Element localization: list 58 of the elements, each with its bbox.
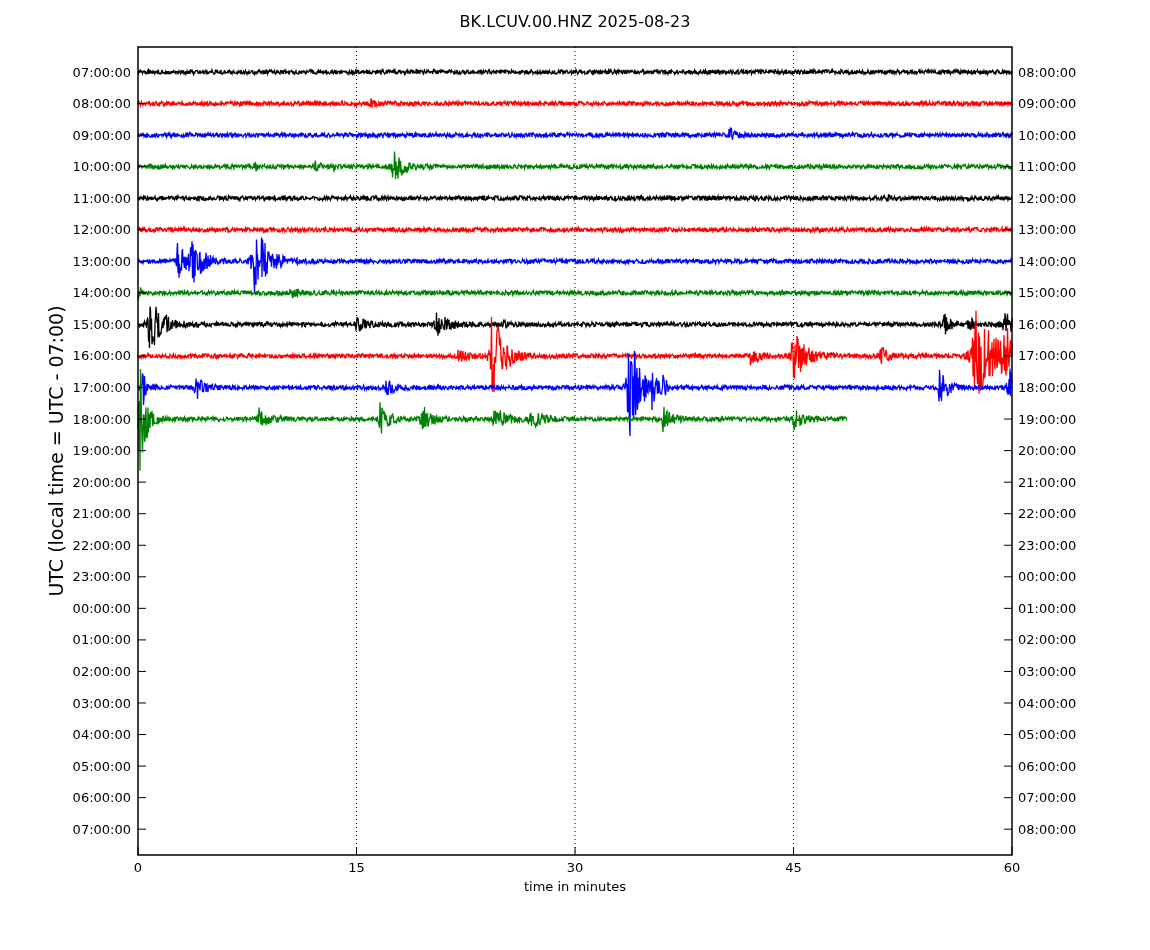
time-label: 22:00:00 <box>1018 506 1077 522</box>
time-label: 08:00:00 <box>1018 64 1077 80</box>
y-axis-label: UTC (local time = UTC - 07:00) <box>45 305 67 597</box>
plot-title: BK.LCUV.00.HNZ 2025-08-23 <box>459 12 691 31</box>
tick-label: 30 <box>566 860 584 875</box>
time-label: 12:00:00 <box>72 222 131 238</box>
tick-label: 15 <box>348 860 365 875</box>
time-label: 23:00:00 <box>1018 537 1077 553</box>
time-label: 06:00:00 <box>72 790 131 806</box>
tick-label: 45 <box>785 860 802 875</box>
time-label: 10:00:00 <box>1018 127 1077 143</box>
time-label: 06:00:00 <box>1018 758 1077 774</box>
time-label: 05:00:00 <box>1018 727 1077 743</box>
time-label: 18:00:00 <box>1018 380 1077 395</box>
time-label: 11:00:00 <box>72 190 131 206</box>
time-label: 10:00:00 <box>72 159 131 175</box>
time-label: 07:00:00 <box>1018 790 1077 806</box>
time-label: 08:00:00 <box>1018 821 1077 837</box>
time-label: 13:00:00 <box>1018 222 1077 238</box>
time-label: 04:00:00 <box>72 727 131 743</box>
time-label: 15:00:00 <box>72 316 131 332</box>
time-label: 22:00:00 <box>72 537 131 553</box>
time-label: 02:00:00 <box>72 663 131 679</box>
x-axis-label: time in minutes <box>523 879 627 894</box>
time-label: 23:00:00 <box>72 569 131 585</box>
time-label: 00:00:00 <box>1018 569 1077 585</box>
time-label: 20:00:00 <box>1018 443 1077 459</box>
time-label: 03:00:00 <box>72 695 131 711</box>
time-label: 17:00:00 <box>72 380 131 395</box>
time-label: 01:00:00 <box>72 632 131 648</box>
time-label: 09:00:00 <box>1018 96 1077 112</box>
time-label: 21:00:00 <box>1018 474 1077 490</box>
time-label: 04:00:00 <box>1018 695 1077 711</box>
time-label: 14:00:00 <box>1018 253 1077 269</box>
time-label: 00:00:00 <box>72 600 131 616</box>
time-label: 09:00:00 <box>72 127 131 143</box>
time-label: 11:00:00 <box>1018 159 1077 175</box>
time-label: 18:00:00 <box>72 411 131 427</box>
tick-label: 0 <box>133 860 143 875</box>
time-label: 02:00:00 <box>1018 632 1077 648</box>
time-label: 15:00:00 <box>1018 285 1077 301</box>
time-label: 14:00:00 <box>72 285 131 301</box>
time-label: 08:00:00 <box>72 96 131 112</box>
time-label: 07:00:00 <box>72 64 131 80</box>
tick-label: 60 <box>1003 860 1021 875</box>
time-label: 16:00:00 <box>72 348 131 364</box>
time-label: 05:00:00 <box>72 758 131 774</box>
time-label: 01:00:00 <box>1018 600 1077 616</box>
time-label: 19:00:00 <box>72 443 131 459</box>
time-label: 21:00:00 <box>72 506 131 522</box>
time-label: 19:00:00 <box>1018 411 1077 427</box>
time-label: 17:00:00 <box>1018 348 1077 364</box>
time-label: 03:00:00 <box>1018 663 1077 679</box>
time-label: 13:00:00 <box>72 253 131 269</box>
time-label: 20:00:00 <box>72 474 131 490</box>
time-label: 12:00:00 <box>1018 190 1077 206</box>
time-label: 07:00:00 <box>72 821 131 837</box>
time-label: 16:00:00 <box>1018 316 1077 332</box>
